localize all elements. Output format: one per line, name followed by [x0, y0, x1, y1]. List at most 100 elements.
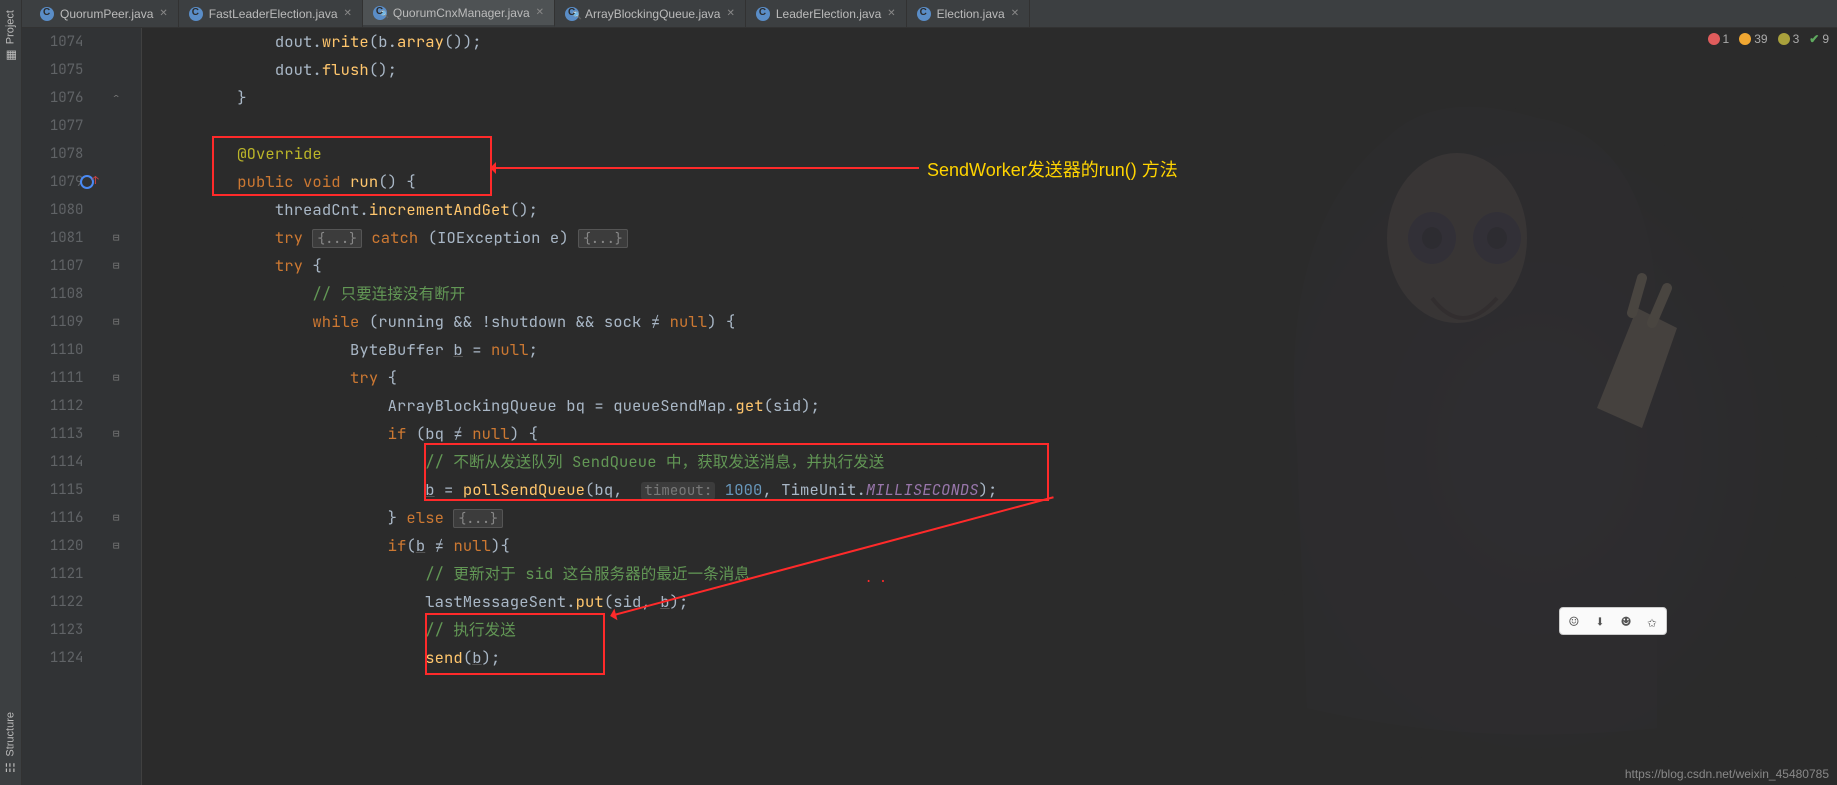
code-area[interactable]: dout.write(b.array()); dout.flush(); } @…: [142, 28, 1837, 785]
project-icon: ▦: [4, 50, 18, 61]
code-line[interactable]: [142, 112, 1837, 140]
fold-icon[interactable]: ⊟: [91, 539, 141, 553]
close-icon[interactable]: ✕: [536, 7, 544, 18]
line-number: 1077: [22, 117, 91, 135]
code-line[interactable]: // 更新对于 sid 这台服务器的最近一条消息: [142, 560, 1837, 588]
code-line[interactable]: ArrayBlockingQueue bq = queueSendMap.get…: [142, 392, 1837, 420]
face-icon[interactable]: ☻: [1614, 610, 1638, 632]
bookmark-icon[interactable]: ✩: [1640, 610, 1664, 632]
problems-indicator[interactable]: 1 39 3 ✔9: [1708, 32, 1829, 46]
tool-project[interactable]: ▦ Project: [0, 0, 21, 72]
tool-structure[interactable]: ☷ Structure: [0, 702, 21, 785]
code-line[interactable]: try {: [142, 364, 1837, 392]
gutter-row: 1115: [22, 476, 141, 504]
line-number: 1112: [22, 397, 91, 415]
gutter-row: 1076⌃: [22, 84, 141, 112]
gutter-row: 1122: [22, 588, 141, 616]
editor-tab[interactable]: LeaderElection.java ✕: [746, 0, 907, 27]
floating-toolbar: ☺ ⬇ ☻ ✩: [1559, 607, 1667, 635]
tab-label: LeaderElection.java: [776, 7, 881, 21]
fold-icon[interactable]: ⊟: [91, 315, 141, 329]
code-line[interactable]: ByteBuffer b = null;: [142, 336, 1837, 364]
code-editor: 1 39 3 ✔9 107410751076⌃10771078107910801…: [22, 28, 1837, 785]
tool-label: Project: [5, 10, 17, 44]
gutter-row: 1112: [22, 392, 141, 420]
close-icon[interactable]: ✕: [159, 8, 167, 19]
line-number: 1076: [22, 89, 91, 107]
gutter-row: 1108: [22, 280, 141, 308]
folded-region[interactable]: {...}: [453, 509, 503, 528]
java-class-icon: [756, 7, 770, 21]
fold-icon[interactable]: ⊟: [91, 427, 141, 441]
annotation-callout: SendWorker发送器的run() 方法: [927, 156, 1178, 182]
gutter-row: 1080: [22, 196, 141, 224]
fold-icon[interactable]: ⊟: [91, 259, 141, 273]
gutter-row: 1075: [22, 56, 141, 84]
code-line[interactable]: threadCnt.incrementAndGet();: [142, 196, 1837, 224]
line-number: 1120: [22, 537, 91, 555]
line-number: 1081: [22, 229, 91, 247]
line-number: 1113: [22, 425, 91, 443]
fold-icon[interactable]: ⊟: [91, 511, 141, 525]
fold-icon[interactable]: ⌃: [91, 91, 141, 105]
tab-label: QuorumPeer.java: [60, 7, 153, 21]
code-line[interactable]: try {: [142, 252, 1837, 280]
code-line[interactable]: dout.flush();: [142, 56, 1837, 84]
download-icon[interactable]: ⬇: [1588, 610, 1612, 632]
editor-tab[interactable]: ArrayBlockingQueue.java✕: [555, 0, 746, 27]
fold-icon[interactable]: ⊟: [91, 371, 141, 385]
gutter-row: 1077: [22, 112, 141, 140]
editor-tab[interactable]: QuorumPeer.java ✕: [30, 0, 179, 27]
gutter-row: 1124: [22, 644, 141, 672]
code-line[interactable]: if (bq ≠ null) {: [142, 420, 1837, 448]
editor-tab[interactable]: Election.java✕: [907, 0, 1030, 27]
gutter-row: 1111⊟: [22, 364, 141, 392]
code-line[interactable]: while (running && !shutdown && sock ≠ nu…: [142, 308, 1837, 336]
fold-icon[interactable]: ⊟: [91, 231, 141, 245]
line-number: 1121: [22, 565, 91, 583]
close-icon[interactable]: ✕: [344, 8, 352, 19]
annotation-dots: . .: [865, 570, 887, 586]
warning-icon: [1739, 33, 1751, 45]
java-class-icon: [189, 7, 203, 21]
code-line[interactable]: // 不断从发送队列 SendQueue 中，获取发送消息，并执行发送: [142, 448, 1837, 476]
code-line[interactable]: try {...} catch (IOException e) {...}: [142, 224, 1837, 252]
line-number: 1111: [22, 369, 91, 387]
close-icon[interactable]: ✕: [726, 8, 734, 19]
line-number: 1080: [22, 201, 91, 219]
gutter-row: 1107⊟: [22, 252, 141, 280]
gutter-row: 1074: [22, 28, 141, 56]
error-icon: [1708, 33, 1720, 45]
gutter-row: 1114: [22, 448, 141, 476]
parameter-hint: timeout:: [641, 482, 715, 500]
editor-tab[interactable]: FastLeaderElection.java ✕: [179, 0, 363, 27]
folded-region[interactable]: {...}: [578, 229, 628, 248]
close-icon[interactable]: ✕: [1011, 8, 1019, 19]
code-line[interactable]: // 只要连接没有断开: [142, 280, 1837, 308]
editor-tab-bar: QuorumPeer.java ✕ FastLeaderElection.java ✕…: [22, 0, 1837, 28]
code-line[interactable]: } else {...}: [142, 504, 1837, 532]
gutter-row: 1120⊟: [22, 532, 141, 560]
gutter-row: 1116⊟: [22, 504, 141, 532]
face-smile-icon[interactable]: ☺: [1562, 610, 1586, 632]
gutter-row: 1113⊟: [22, 420, 141, 448]
code-line[interactable]: if(b ≠ null){: [142, 532, 1837, 560]
gutter-row: 1123: [22, 616, 141, 644]
code-line[interactable]: b = pollSendQueue(bq, timeout: 1000, Tim…: [142, 476, 1837, 504]
code-line[interactable]: dout.write(b.array());: [142, 28, 1837, 56]
folded-region[interactable]: {...}: [312, 229, 362, 248]
override-marker-icon[interactable]: [80, 175, 94, 189]
gutter-row: 1078: [22, 140, 141, 168]
line-number: 1122: [22, 593, 91, 611]
tool-label: Structure: [5, 712, 17, 757]
gutter-row: 1109⊟: [22, 308, 141, 336]
code-line[interactable]: send(b);: [142, 644, 1837, 672]
code-line[interactable]: }: [142, 84, 1837, 112]
tab-label: FastLeaderElection.java: [209, 7, 338, 21]
close-icon[interactable]: ✕: [887, 8, 895, 19]
editor-tab[interactable]: QuorumCnxManager.java✕: [363, 0, 555, 27]
line-number: 1114: [22, 453, 91, 471]
watermark: https://blog.csdn.net/weixin_45480785: [1625, 767, 1829, 781]
java-class-icon: [565, 7, 579, 21]
line-number: 1078: [22, 145, 91, 163]
